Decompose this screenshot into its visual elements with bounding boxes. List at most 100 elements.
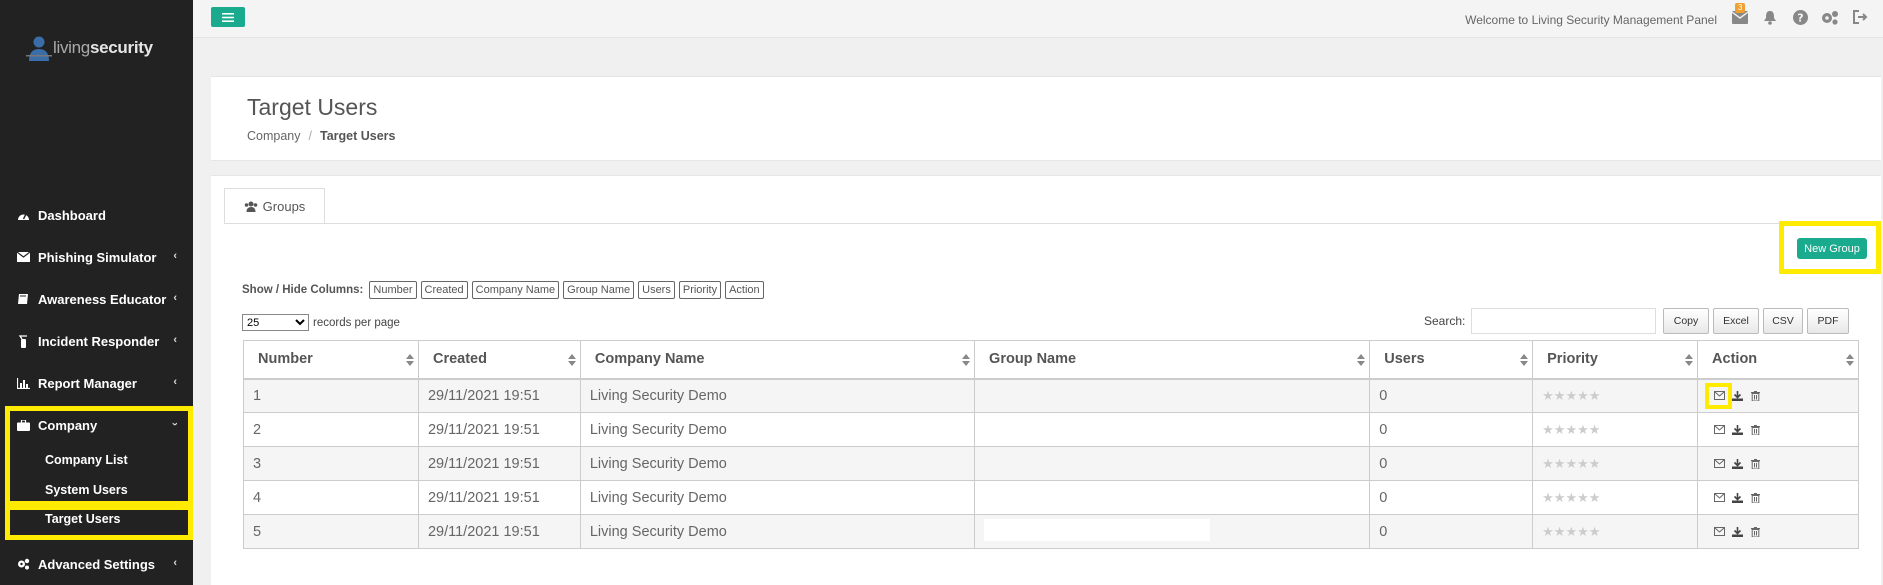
nav-item-dashboard[interactable]: Dashboard [0, 200, 193, 230]
table-row: 4 29/11/2021 19:51 Living Security Demo 0 ★★… [243, 480, 1859, 515]
menu-toggle-button[interactable] [211, 7, 245, 27]
pdf-button[interactable]: PDF [1807, 308, 1849, 334]
toggle-column-users[interactable]: Users [638, 281, 675, 299]
breadcrumb-company[interactable]: Company [247, 129, 301, 143]
toggle-column-company-name[interactable]: Company Name [471, 281, 560, 299]
page-length-select[interactable]: 25 [242, 314, 309, 331]
trash-icon[interactable] [1749, 458, 1761, 470]
cell-users: 0 [1369, 514, 1534, 549]
table-row: 2 29/11/2021 19:51 Living Security Demo 0 ★★… [243, 412, 1859, 447]
table-row: 1 29/11/2021 19:51 Living Security Demo 0 ★★… [243, 378, 1859, 413]
nav-item-report-manager[interactable]: Report Manager ‹ [0, 368, 193, 398]
sub-item-system-users[interactable]: System Users [45, 479, 128, 501]
cell-company-name: Living Security Demo [579, 480, 976, 515]
priority-stars[interactable]: ★★★★★ [1542, 456, 1600, 471]
column-visibility-toggles: Show / Hide Columns: Number Created Comp… [242, 281, 764, 299]
help-icon[interactable]: ? [1791, 8, 1809, 26]
column-header-created[interactable]: Created [417, 340, 581, 380]
toggle-column-action[interactable]: Action [725, 281, 764, 299]
download-icon[interactable] [1731, 458, 1743, 470]
redacted-group-name [984, 518, 1211, 541]
sub-item-target-users[interactable]: Target Users [45, 508, 121, 530]
cell-group-name [974, 480, 1371, 515]
send-email-icon[interactable] [1713, 458, 1725, 470]
csv-button[interactable]: CSV [1763, 308, 1803, 334]
nav-label-advanced-settings: Advanced Settings [38, 556, 156, 572]
priority-stars[interactable]: ★★★★★ [1542, 524, 1600, 539]
trash-icon[interactable] [1749, 390, 1761, 402]
trash-icon[interactable] [1749, 492, 1761, 504]
priority-stars[interactable]: ★★★★★ [1542, 422, 1600, 437]
tab-groups[interactable]: Groups [224, 188, 325, 224]
cell-users: 0 [1369, 412, 1534, 447]
toggle-column-priority[interactable]: Priority [678, 281, 722, 299]
logout-icon[interactable] [1851, 8, 1869, 26]
download-icon[interactable] [1731, 390, 1743, 402]
sort-icon [962, 354, 971, 366]
nav-item-company[interactable]: Company ‹ [0, 410, 193, 440]
cell-action [1697, 446, 1859, 481]
settings-icon[interactable] [1821, 8, 1839, 26]
cell-users: 0 [1369, 378, 1534, 413]
tab-groups-label: Groups [262, 198, 306, 214]
download-icon[interactable] [1731, 492, 1743, 504]
cell-company-name: Living Security Demo [579, 412, 976, 447]
bell-icon[interactable] [1761, 8, 1779, 26]
toggle-column-group-name[interactable]: Group Name [563, 281, 635, 299]
send-email-icon[interactable] [1705, 382, 1733, 409]
nav-item-incident-responder[interactable]: Incident Responder ‹ [0, 326, 193, 356]
page-length-control: 25 records per page [242, 314, 400, 331]
brand-logo: livingsecurity [26, 34, 153, 62]
sub-item-company-list[interactable]: Company List [45, 449, 128, 471]
svg-text:?: ? [1797, 11, 1803, 24]
trash-icon[interactable] [1749, 526, 1761, 538]
brand-name-light: living [53, 38, 90, 57]
cell-company-name: Living Security Demo [579, 378, 976, 413]
target-groups-table: Number Created Company Name Group Name U… [243, 340, 1859, 549]
person-silhouette-icon [26, 35, 52, 61]
send-email-icon[interactable] [1713, 526, 1725, 538]
table-header-row: Number Created Company Name Group Name U… [243, 340, 1859, 380]
toggle-column-created[interactable]: Created [420, 281, 468, 299]
cell-action [1697, 480, 1859, 515]
fire-extinguisher-icon [16, 334, 30, 348]
trash-icon[interactable] [1749, 424, 1761, 436]
page-title: Target Users [247, 94, 378, 120]
main-panel: Groups New Group Show / Hide Columns: Nu… [211, 175, 1881, 585]
column-header-number[interactable]: Number [243, 340, 419, 380]
column-header-company-name[interactable]: Company Name [579, 340, 976, 380]
column-header-priority[interactable]: Priority [1532, 340, 1699, 380]
sort-icon [1846, 354, 1854, 366]
toggle-column-number[interactable]: Number [369, 281, 417, 299]
nav-item-phishing-simulator[interactable]: Phishing Simulator ‹ [0, 242, 193, 272]
mail-icon[interactable]: 3 [1731, 3, 1749, 26]
nav-item-awareness-educator[interactable]: Awareness Educator ‹ [0, 284, 193, 314]
cell-created: 29/11/2021 19:51 [417, 514, 581, 549]
download-icon[interactable] [1731, 424, 1743, 436]
cell-number: 2 [243, 412, 419, 447]
page-header: Target Users Company / Target Users [211, 76, 1881, 161]
users-icon [244, 201, 257, 212]
nav-item-advanced-settings[interactable]: Advanced Settings ‹ [0, 549, 193, 579]
chevron-left-icon: ‹ [173, 334, 177, 346]
column-header-group-name[interactable]: Group Name [974, 340, 1371, 380]
nav-label-incident-responder: Incident Responder [38, 333, 160, 349]
brand-name-bold: security [89, 38, 153, 57]
priority-stars[interactable]: ★★★★★ [1542, 490, 1600, 505]
new-group-button[interactable]: New Group [1797, 238, 1867, 259]
copy-button[interactable]: Copy [1663, 308, 1709, 334]
cell-users: 0 [1369, 480, 1534, 515]
excel-button[interactable]: Excel [1713, 308, 1759, 334]
column-header-users[interactable]: Users [1369, 340, 1534, 380]
send-email-icon[interactable] [1713, 492, 1725, 504]
cell-action [1697, 378, 1859, 413]
column-header-action[interactable]: Action [1697, 340, 1859, 380]
search-input[interactable] [1471, 308, 1657, 334]
download-icon[interactable] [1731, 526, 1743, 538]
send-email-icon[interactable] [1713, 424, 1725, 436]
envelope-icon [16, 250, 30, 264]
mail-count-badge: 3 [1735, 3, 1746, 13]
cell-number: 3 [243, 446, 419, 481]
table-row: 5 29/11/2021 19:51 Living Security Demo 0 ★★… [243, 514, 1859, 549]
priority-stars[interactable]: ★★★★★ [1542, 388, 1600, 403]
